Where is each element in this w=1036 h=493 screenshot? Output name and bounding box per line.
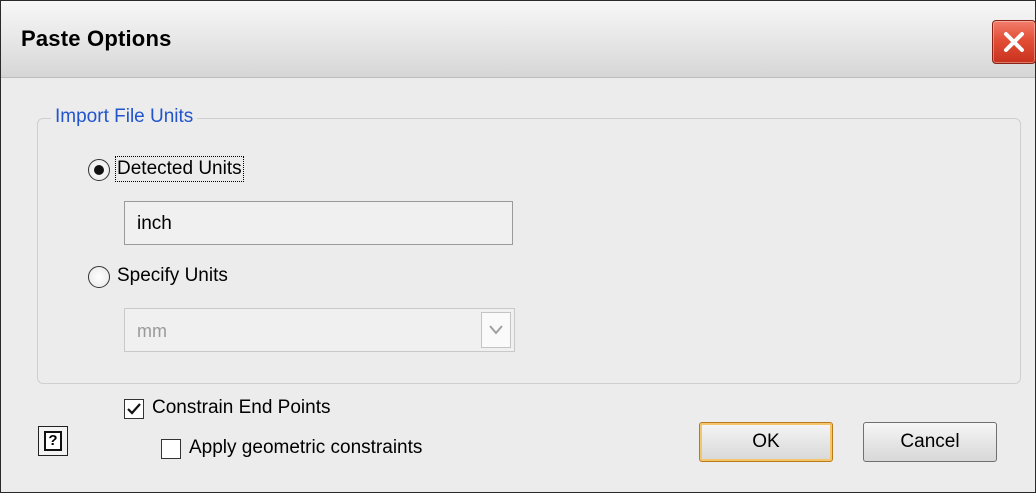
apply-geometric-constraints-label[interactable]: Apply geometric constraints [189,437,422,459]
specify-units-label[interactable]: Specify Units [117,265,228,287]
constrain-end-points-label[interactable]: Constrain End Points [152,397,331,419]
specify-units-selected-value: mm [137,321,167,341]
radio-selected-dot [94,165,104,175]
specify-units-select[interactable]: mm [124,308,515,352]
chevron-down-icon [489,325,503,335]
detected-units-radio[interactable] [88,159,110,181]
close-icon [1004,32,1024,52]
paste-options-dialog: Paste Options Import File Units Detected… [0,0,1036,493]
detected-units-value: inch [137,213,172,234]
close-button[interactable] [992,20,1036,64]
dropdown-button[interactable] [481,312,511,348]
detected-units-label[interactable]: Detected Units [115,156,244,182]
import-units-group-label: Import File Units [51,106,198,128]
dialog-title: Paste Options [21,26,172,51]
help-button[interactable]: ? [38,426,68,456]
title-bar[interactable]: Paste Options [1,1,1036,78]
apply-geometric-constraints-checkbox[interactable] [161,439,181,459]
cancel-button[interactable]: Cancel [863,422,997,462]
ok-button[interactable]: OK [699,422,833,462]
detected-units-field: inch [124,201,513,245]
checkmark-icon [127,403,141,415]
constrain-end-points-checkbox[interactable] [124,399,144,419]
specify-units-radio[interactable] [88,266,110,288]
help-icon: ? [44,431,62,451]
dialog-content: Import File Units Detected Units inch Sp… [1,78,1035,492]
